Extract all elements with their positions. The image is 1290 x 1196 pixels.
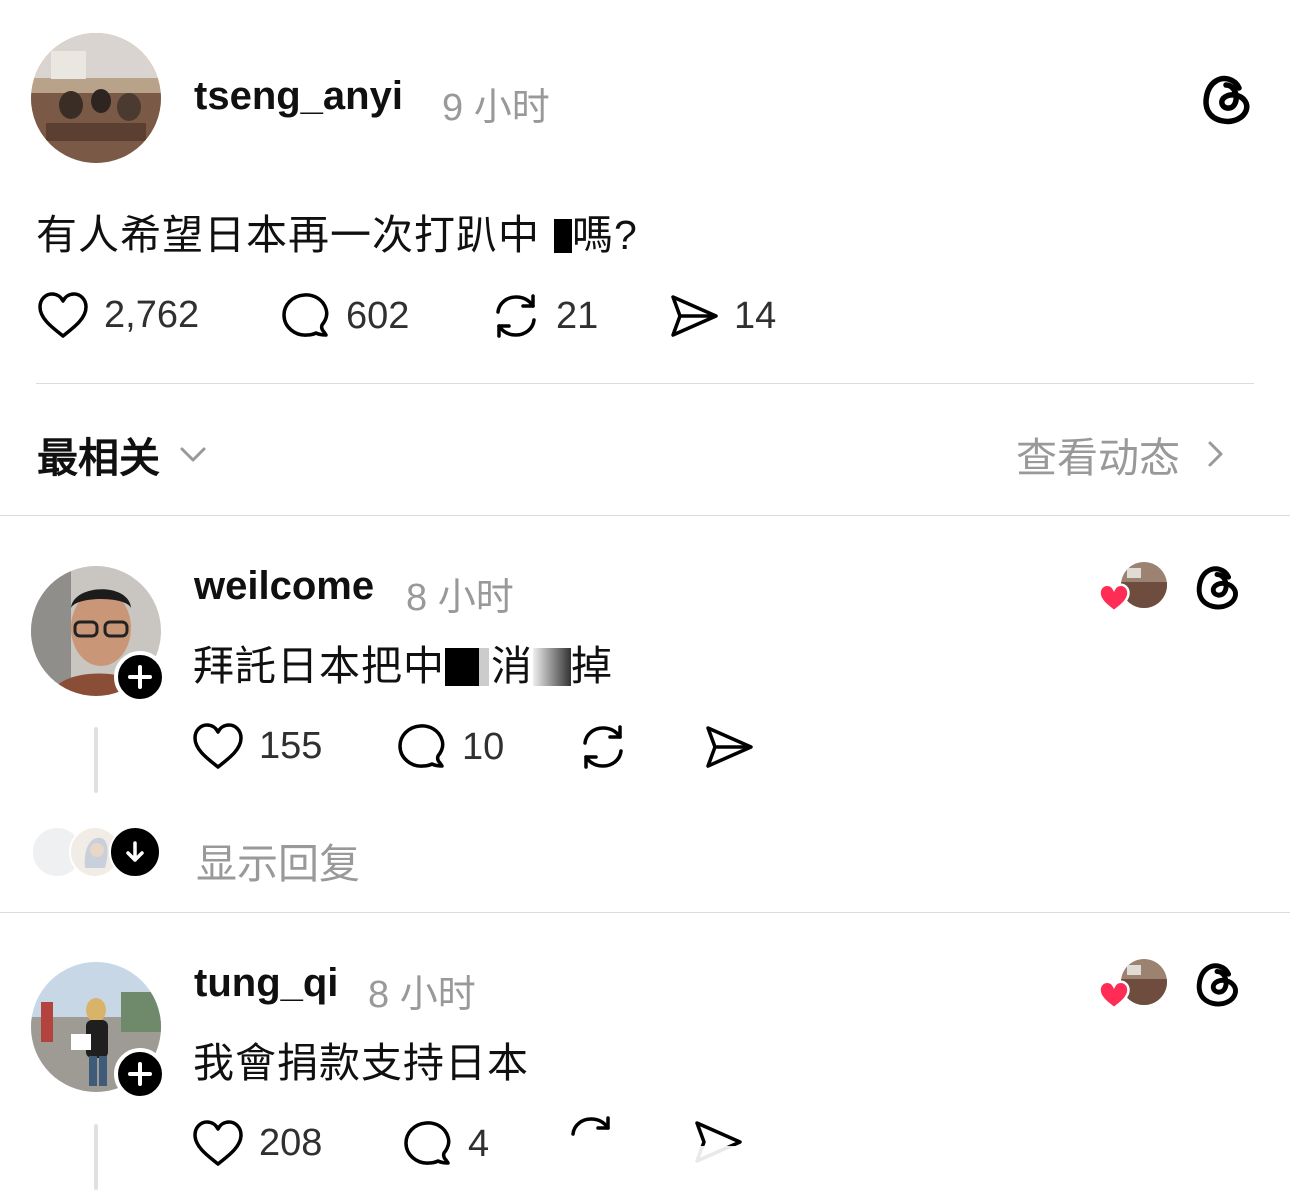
plus-icon: [128, 1062, 152, 1086]
reply-button[interactable]: 4: [402, 1118, 489, 1170]
reply-text: 拜託日本把中消掉: [193, 632, 613, 692]
like-count: 208: [259, 1121, 323, 1164]
thread-line: [94, 727, 98, 793]
follow-button[interactable]: [114, 1048, 166, 1100]
sort-label: 最相关: [37, 435, 160, 481]
reply-button[interactable]: 10: [396, 721, 504, 773]
reply-username[interactable]: weilcome: [194, 564, 374, 609]
share-button[interactable]: 14: [668, 290, 776, 342]
reply-count: 10: [462, 725, 505, 768]
reply-button[interactable]: 602: [280, 290, 409, 342]
like-button[interactable]: 2,762: [36, 290, 199, 340]
heart-icon: [193, 1120, 243, 1166]
share-count: 14: [734, 294, 777, 337]
post-text: 有人希望日本再一次打趴中 嗎?: [36, 201, 638, 261]
section-divider: [0, 515, 1290, 516]
comment-icon: [282, 293, 329, 337]
reply-text-part-3: 掉: [571, 643, 613, 689]
like-count: 2,762: [104, 293, 200, 336]
repost-button[interactable]: [577, 721, 629, 773]
like-button[interactable]: 155: [191, 721, 322, 771]
view-activity-label: 查看动态: [1016, 435, 1180, 481]
repost-count: 21: [556, 294, 599, 337]
chevron-down-icon: [180, 447, 206, 462]
thread-line: [94, 1124, 98, 1190]
heart-icon: [1098, 980, 1130, 1010]
censor-block: [554, 219, 572, 253]
reply-text-part-1: 拜託日本把中: [193, 643, 445, 689]
reply-time: 8 小时: [368, 974, 476, 1016]
reply-count: 4: [468, 1122, 490, 1165]
heart-icon: [193, 723, 243, 769]
reply-username[interactable]: tung_qi: [194, 961, 338, 1006]
post-text-before: 有人希望日本再一次打趴中: [36, 212, 540, 258]
arrow-down-icon: [126, 841, 144, 862]
repost-icon: [583, 725, 623, 769]
share-button[interactable]: [703, 721, 755, 773]
reply-text-part-2: 消: [491, 643, 533, 689]
post-text-after: 嗎?: [572, 212, 638, 258]
repost-button[interactable]: 21: [490, 290, 598, 342]
show-replies-link[interactable]: 显示回复: [196, 830, 360, 890]
heart-icon: [38, 292, 88, 338]
censor-block: [479, 648, 489, 686]
expand-replies-badge[interactable]: [109, 826, 161, 878]
plus-icon: [128, 665, 152, 689]
censor-block: [445, 648, 479, 686]
liked-by-author-indicator: [1097, 562, 1169, 614]
post-time: 9 小时: [442, 87, 550, 129]
share-icon: [671, 295, 718, 337]
censor-block: [533, 648, 571, 686]
comment-icon: [404, 1121, 451, 1165]
sort-dropdown[interactable]: 最相关: [37, 424, 210, 484]
section-divider: [0, 912, 1290, 913]
share-icon: [706, 726, 753, 768]
reply-count: 602: [346, 294, 410, 337]
avatar-tseng-anyi[interactable]: [31, 33, 161, 163]
threads-logo-icon[interactable]: [1192, 562, 1242, 617]
post-divider: [36, 383, 1254, 384]
follow-button[interactable]: [114, 651, 166, 703]
like-button[interactable]: 208: [191, 1118, 322, 1168]
heart-icon: [1098, 583, 1130, 613]
repost-icon: [496, 294, 536, 338]
reply-text: 我會捐款支持日本: [193, 1040, 529, 1086]
chevron-right-icon: [1208, 441, 1223, 467]
liked-by-author-indicator: [1097, 959, 1169, 1011]
view-activity-link[interactable]: 查看动态: [1016, 424, 1232, 484]
like-count: 155: [259, 724, 323, 767]
threads-logo-icon[interactable]: [1192, 959, 1242, 1014]
reply-avatars-stack[interactable]: [31, 826, 161, 878]
watermark-overlay: [490, 1146, 810, 1182]
threads-logo-icon[interactable]: [1198, 71, 1254, 132]
post-username[interactable]: tseng_anyi: [194, 74, 403, 119]
reply-time: 8 小时: [406, 577, 514, 619]
comment-icon: [398, 724, 445, 768]
